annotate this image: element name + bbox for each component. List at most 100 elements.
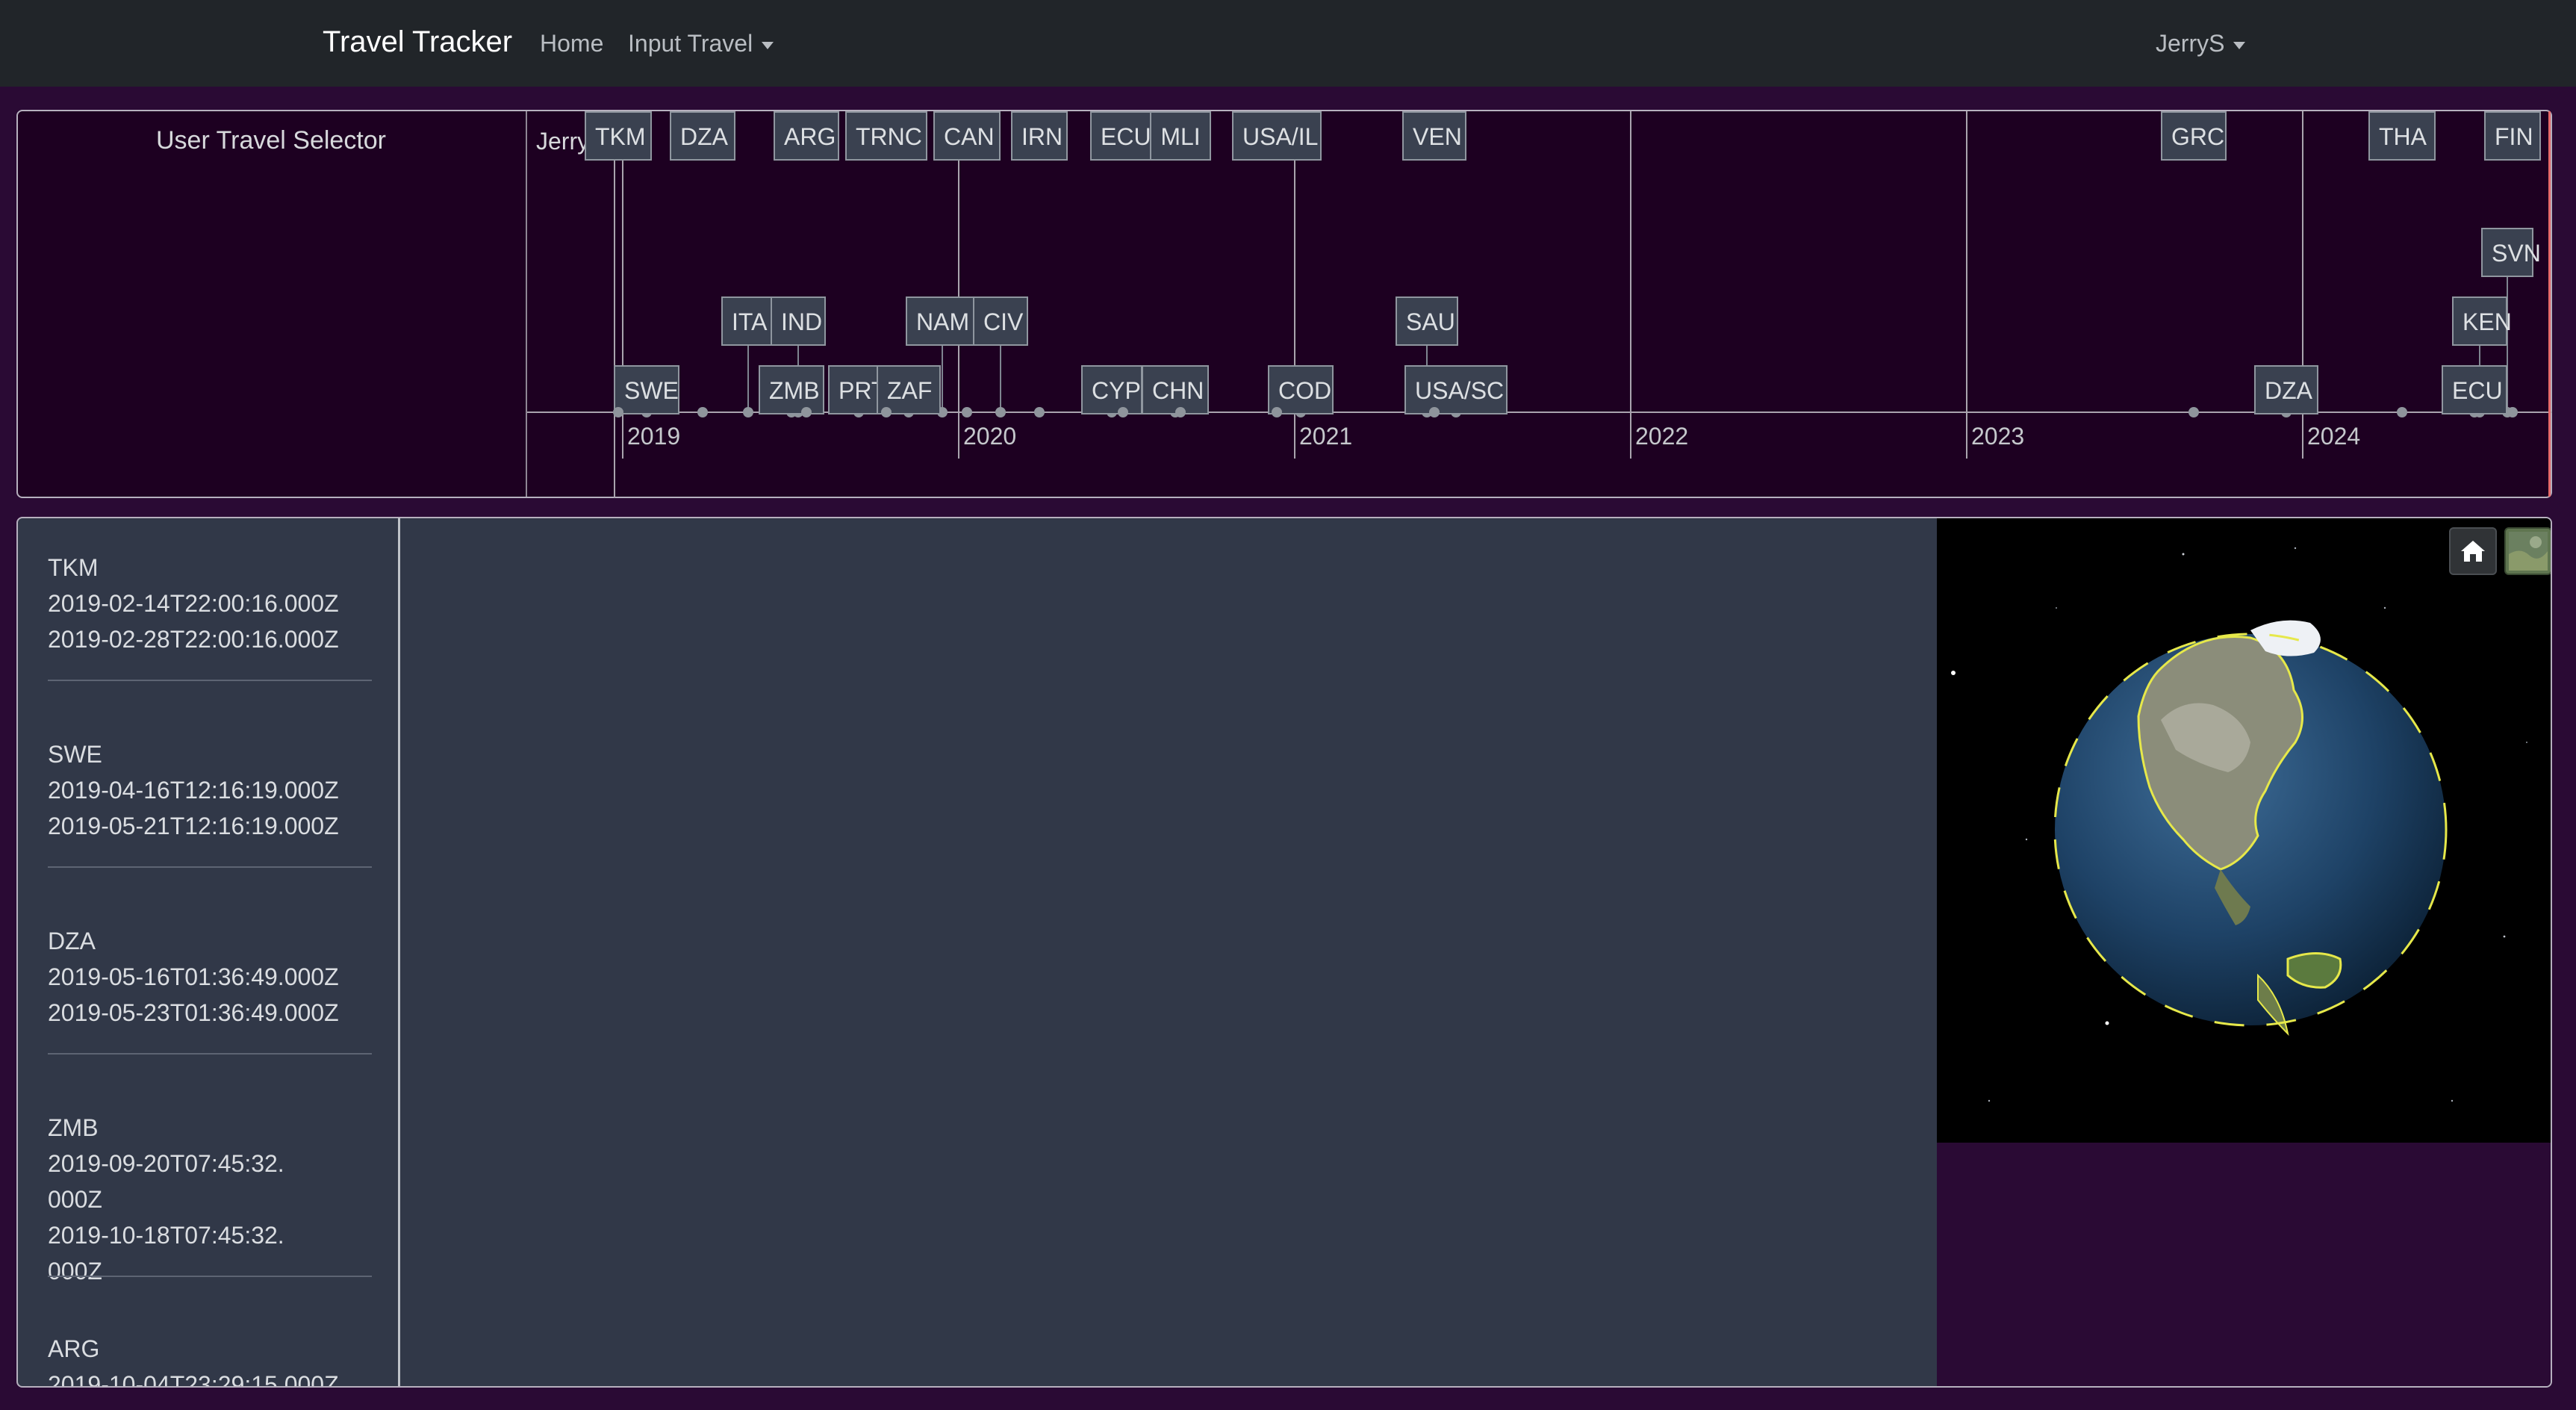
year-label-2019: 2019 — [627, 423, 681, 450]
earth-globe — [2053, 620, 2448, 1037]
nav-home-link[interactable]: Home — [540, 30, 603, 58]
trip-country: SWE — [48, 741, 102, 768]
trip-end: 2019-02-28T22:00:16.000Z — [48, 626, 339, 653]
year-label-2021: 2021 — [1299, 423, 1353, 450]
timeline-event-tag[interactable]: USA/IL — [1232, 111, 1322, 161]
timeline-event-tag[interactable]: MLI — [1150, 111, 1211, 161]
timeline-event-stem — [1000, 346, 1001, 411]
year-gridline — [1630, 111, 1631, 459]
timeline-event-tag[interactable]: CYP — [1081, 365, 1142, 414]
list-item[interactable]: ZMB 2019-09-20T07:45:32.000Z 2019-10-18T… — [48, 1110, 294, 1289]
timeline-event-tag[interactable]: ITA — [721, 296, 775, 346]
timeline-event-tag[interactable]: NAM — [906, 296, 979, 346]
timeline-event-dot[interactable] — [801, 407, 812, 417]
list-divider — [48, 866, 372, 868]
timeline-event-dot[interactable] — [2507, 407, 2518, 417]
timeline-event-tag[interactable]: ECU — [1090, 111, 1156, 161]
timeline-event-tag[interactable]: CHN — [1142, 365, 1209, 414]
timeline-event-tag[interactable]: CAN — [933, 111, 1001, 161]
timeline-event-dot[interactable] — [697, 407, 708, 417]
home-view-button[interactable] — [2449, 527, 2497, 575]
nav-input-travel-dropdown[interactable]: Input Travel — [628, 30, 774, 58]
timeline-event-dot[interactable] — [995, 407, 1006, 417]
chevron-down-icon — [762, 41, 774, 49]
travel-details-panel: TKM 2019-02-14T22:00:16.000Z 2019-02-28T… — [16, 517, 2552, 1388]
timeline-event-dot[interactable] — [881, 407, 892, 417]
list-divider — [48, 680, 372, 681]
timeline-event-dot[interactable] — [743, 407, 753, 417]
trip-start: 2019-02-14T22:00:16.000Z — [48, 590, 339, 617]
timeline-event-tag[interactable]: SAU — [1396, 296, 1458, 346]
layer-picker-button[interactable] — [2504, 527, 2551, 575]
timeline-event-tag[interactable]: TKM — [585, 111, 652, 161]
list-item[interactable]: DZA 2019-05-16T01:36:49.000Z 2019-05-23T… — [48, 923, 354, 1031]
map-layer-icon — [2509, 532, 2548, 571]
list-item[interactable]: SWE 2019-04-16T12:16:19.000Z 2019-05-21T… — [48, 736, 354, 844]
home-icon — [2461, 541, 2485, 562]
list-divider — [48, 1276, 372, 1277]
brand-title[interactable]: Travel Tracker — [323, 25, 512, 59]
timeline-event-stem — [942, 346, 943, 411]
user-menu-dropdown[interactable]: JerryS — [2156, 30, 2246, 58]
timeline-event-dot[interactable] — [2397, 407, 2407, 417]
timeline-event-dot[interactable] — [1429, 407, 1440, 417]
globe-svg[interactable] — [1937, 518, 2551, 1143]
trip-country: DZA — [48, 928, 96, 954]
timeline-event-tag[interactable]: SVN — [2481, 228, 2541, 277]
timeline-event-tag[interactable]: THA — [2368, 111, 2436, 161]
selector-title: User Travel Selector — [156, 126, 386, 155]
timeline-event-tag[interactable]: VEN — [1402, 111, 1466, 161]
trip-end: 2019-05-23T01:36:49.000Z — [48, 999, 339, 1026]
trip-list[interactable]: TKM 2019-02-14T22:00:16.000Z 2019-02-28T… — [18, 518, 400, 1386]
year-label-2022: 2022 — [1635, 423, 1689, 450]
timeline-event-dot[interactable] — [962, 407, 972, 417]
timeline-event-tag[interactable]: DZA — [670, 111, 735, 161]
globe-footer — [1937, 1143, 2551, 1386]
trip-country: ARG — [48, 1335, 100, 1362]
list-divider — [48, 1053, 372, 1055]
timeline-event-stem — [747, 346, 749, 411]
globe-viewer[interactable] — [1937, 518, 2551, 1143]
timeline-event-tag[interactable]: IND — [771, 296, 826, 346]
timeline-event-dot[interactable] — [1034, 407, 1045, 417]
timeline-event-dot[interactable] — [613, 407, 623, 417]
timeline-event-dot[interactable] — [1272, 407, 1282, 417]
timeline-event-dot[interactable] — [2188, 407, 2199, 417]
current-date-marker — [2548, 111, 2551, 497]
trip-end: 2019-10-18T07:45:32.000Z — [48, 1222, 284, 1285]
input-travel-label: Input Travel — [628, 30, 753, 57]
panel-divider — [526, 111, 527, 497]
user-menu-label: JerryS — [2156, 30, 2225, 57]
timeline-event-dot[interactable] — [1118, 407, 1128, 417]
trip-end: 2019-05-21T12:16:19.000Z — [48, 813, 339, 839]
trip-country: TKM — [48, 554, 99, 581]
timeline-event-tag[interactable]: ARG — [774, 111, 839, 161]
year-label-2024: 2024 — [2307, 423, 2361, 450]
timeline-event-tag[interactable]: TRNC — [845, 111, 927, 161]
chevron-down-icon — [2233, 41, 2246, 49]
navbar: Travel Tracker Home Input Travel JerryS — [0, 0, 2576, 87]
year-gridline — [1966, 111, 1967, 459]
timeline-event-tag[interactable]: IRN — [1011, 111, 1068, 161]
timeline-user-divider — [614, 111, 615, 498]
year-label-2020: 2020 — [963, 423, 1017, 450]
timeline-event-tag[interactable]: KEN — [2452, 296, 2512, 346]
year-label-2023: 2023 — [1971, 423, 2025, 450]
trip-start: 2019-04-16T12:16:19.000Z — [48, 777, 339, 804]
timeline-event-tag[interactable]: ECU — [2442, 365, 2507, 414]
timeline-event-dot[interactable] — [1175, 407, 1186, 417]
travel-selector-panel: User Travel Selector JerryS 2019 2020 20… — [16, 110, 2552, 498]
trip-start: 2019-05-16T01:36:49.000Z — [48, 963, 339, 990]
year-gridline — [958, 111, 959, 459]
timeline-event-tag[interactable]: DZA — [2254, 365, 2318, 414]
timeline-event-tag[interactable]: SWE — [614, 365, 679, 414]
list-item[interactable]: TKM 2019-02-14T22:00:16.000Z 2019-02-28T… — [48, 550, 354, 657]
timeline-event-tag[interactable]: CIV — [973, 296, 1028, 346]
timeline-event-tag[interactable]: FIN — [2484, 111, 2541, 161]
list-item[interactable]: ARG 2019-10-04T23:29:15.000Z — [48, 1331, 354, 1386]
trip-start: 2019-10-04T23:29:15.000Z — [48, 1371, 339, 1386]
timeline-event-tag[interactable]: ZMB — [759, 365, 824, 414]
timeline-event-tag[interactable]: USA/SC — [1404, 365, 1508, 414]
trip-country: ZMB — [48, 1114, 99, 1141]
timeline-event-tag[interactable]: GRC — [2161, 111, 2227, 161]
